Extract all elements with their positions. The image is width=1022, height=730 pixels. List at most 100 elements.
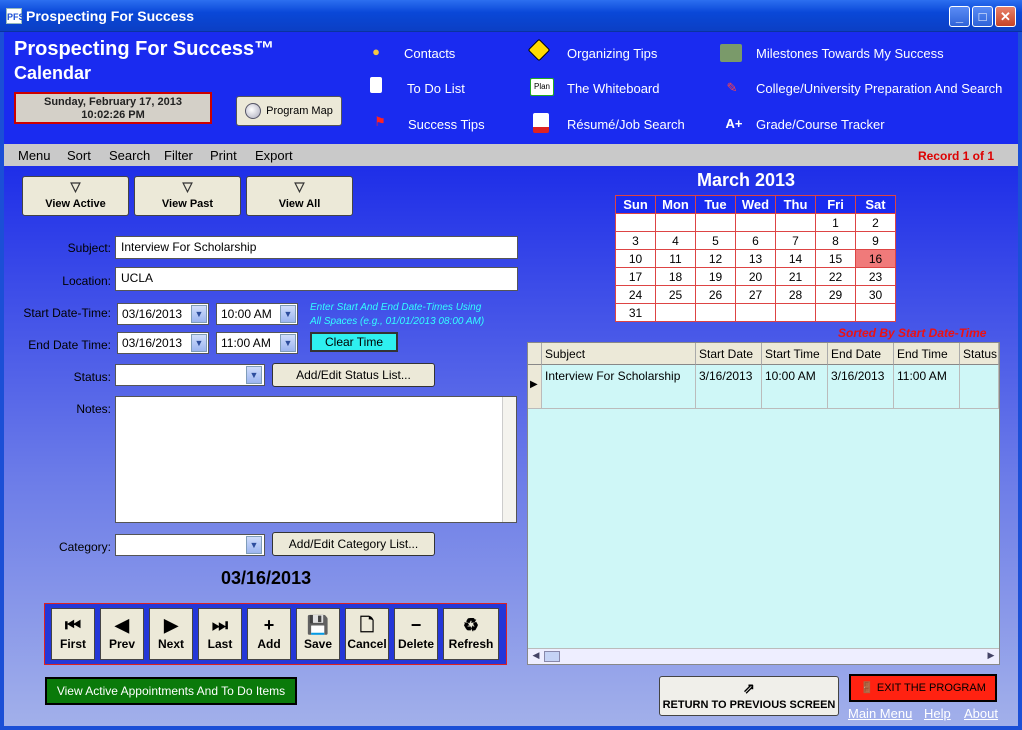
- cancel-button[interactable]: 🗋 Cancel: [345, 608, 389, 660]
- calendar-day[interactable]: 7: [775, 231, 816, 250]
- chevron-down-icon[interactable]: ▼: [280, 305, 296, 323]
- calendar-day[interactable]: 30: [855, 285, 896, 304]
- calendar-day[interactable]: 6: [735, 231, 776, 250]
- calendar-day[interactable]: 24: [615, 285, 656, 304]
- column-header-status[interactable]: Status: [960, 343, 999, 365]
- next-button[interactable]: ▶ Next: [149, 608, 193, 660]
- chevron-down-icon[interactable]: ▼: [280, 334, 296, 352]
- milestones-link[interactable]: Milestones Towards My Success: [756, 46, 944, 61]
- calendar-day[interactable]: 20: [735, 267, 776, 286]
- grade-tracker-link[interactable]: Grade/Course Tracker: [756, 117, 885, 132]
- calendar-day[interactable]: 23: [855, 267, 896, 286]
- first-button[interactable]: ⏮ First: [51, 608, 95, 660]
- grid-horizontal-scrollbar[interactable]: ◀ ▶: [528, 648, 999, 664]
- menu-menu[interactable]: Menu: [18, 148, 51, 163]
- add-category-button[interactable]: Add/Edit Category List...: [272, 532, 435, 556]
- maximize-button[interactable]: □: [972, 6, 993, 27]
- chevron-down-icon[interactable]: ▼: [191, 305, 207, 323]
- calendar-day[interactable]: 25: [655, 285, 696, 304]
- close-button[interactable]: ✕: [995, 6, 1016, 27]
- organizing-tips-link[interactable]: Organizing Tips: [567, 46, 657, 61]
- notes-textarea[interactable]: [115, 396, 517, 523]
- calendar-day[interactable]: 21: [775, 267, 816, 286]
- calendar-day[interactable]: 17: [615, 267, 656, 286]
- calendar-day[interactable]: 11: [655, 249, 696, 268]
- last-button[interactable]: ⏭ Last: [198, 608, 242, 660]
- menu-filter[interactable]: Filter: [164, 148, 193, 163]
- calendar-day[interactable]: 10: [615, 249, 656, 268]
- todo-list-link[interactable]: To Do List: [407, 81, 465, 96]
- program-map-button[interactable]: Program Map: [236, 96, 342, 126]
- calendar-day[interactable]: 31: [615, 303, 656, 322]
- main-menu-link[interactable]: Main Menu: [848, 706, 912, 721]
- view-active-button[interactable]: ▽ View Active: [22, 176, 129, 216]
- column-header-start-time[interactable]: Start Time: [762, 343, 828, 365]
- calendar-day[interactable]: 12: [695, 249, 736, 268]
- return-to-previous-button[interactable]: ⇗ RETURN TO PREVIOUS SCREEN: [659, 676, 839, 716]
- calendar-day[interactable]: 5: [695, 231, 736, 250]
- cell-subject[interactable]: Interview For Scholarship: [542, 365, 696, 409]
- column-header-subject[interactable]: Subject: [542, 343, 696, 365]
- whiteboard-link[interactable]: The Whiteboard: [567, 81, 660, 96]
- calendar-day[interactable]: 26: [695, 285, 736, 304]
- college-link[interactable]: College/University Preparation And Searc…: [756, 81, 1002, 96]
- column-header-start-date[interactable]: Start Date: [696, 343, 762, 365]
- menu-export[interactable]: Export: [255, 148, 293, 163]
- column-header-end-time[interactable]: End Time: [894, 343, 960, 365]
- cell-start-time[interactable]: 10:00 AM: [762, 365, 828, 409]
- cell-end-date[interactable]: 3/16/2013: [828, 365, 894, 409]
- calendar-day[interactable]: 8: [815, 231, 856, 250]
- refresh-button[interactable]: ♻ Refresh: [443, 608, 499, 660]
- exit-program-button[interactable]: 🚪 EXIT THE PROGRAM: [849, 674, 997, 702]
- contacts-link[interactable]: Contacts: [404, 46, 455, 61]
- calendar-day[interactable]: 22: [815, 267, 856, 286]
- chevron-down-icon[interactable]: ▼: [191, 334, 207, 352]
- cell-start-date[interactable]: 3/16/2013: [696, 365, 762, 409]
- success-tips-link[interactable]: Success Tips: [408, 117, 485, 132]
- location-input[interactable]: UCLA: [115, 267, 518, 291]
- add-button[interactable]: + Add: [247, 608, 291, 660]
- calendar-day[interactable]: 16: [855, 249, 896, 268]
- delete-button[interactable]: − Delete: [394, 608, 438, 660]
- chevron-down-icon[interactable]: ▼: [246, 536, 262, 554]
- calendar-day[interactable]: 14: [775, 249, 816, 268]
- calendar-day[interactable]: 9: [855, 231, 896, 250]
- calendar-day[interactable]: 27: [735, 285, 776, 304]
- calendar-day[interactable]: 28: [775, 285, 816, 304]
- calendar-day[interactable]: 19: [695, 267, 736, 286]
- chevron-down-icon[interactable]: ▼: [246, 366, 262, 384]
- calendar-day[interactable]: 18: [655, 267, 696, 286]
- subject-input[interactable]: Interview For Scholarship: [115, 236, 518, 259]
- row-selector-icon[interactable]: ▶: [528, 365, 542, 409]
- column-header-end-date[interactable]: End Date: [828, 343, 894, 365]
- view-all-button[interactable]: ▽ View All: [246, 176, 353, 216]
- cell-end-time[interactable]: 11:00 AM: [894, 365, 960, 409]
- status-select[interactable]: [115, 364, 265, 386]
- calendar-day[interactable]: 2: [855, 213, 896, 232]
- view-past-button[interactable]: ▽ View Past: [134, 176, 241, 216]
- view-active-appointments-button[interactable]: View Active Appointments And To Do Items: [45, 677, 297, 705]
- save-button[interactable]: 💾 Save: [296, 608, 340, 660]
- help-link[interactable]: Help: [924, 706, 951, 721]
- scroll-right-icon[interactable]: ▶: [985, 650, 997, 662]
- scroll-thumb[interactable]: [544, 651, 560, 662]
- calendar-day[interactable]: 13: [735, 249, 776, 268]
- prev-button[interactable]: ◀ Prev: [100, 608, 144, 660]
- calendar-day[interactable]: 4: [655, 231, 696, 250]
- menu-sort[interactable]: Sort: [67, 148, 91, 163]
- minimize-button[interactable]: _: [949, 6, 970, 27]
- cell-status[interactable]: [960, 365, 999, 409]
- menu-search[interactable]: Search: [109, 148, 150, 163]
- menu-print[interactable]: Print: [210, 148, 237, 163]
- calendar-day[interactable]: 15: [815, 249, 856, 268]
- scroll-left-icon[interactable]: ◀: [530, 650, 542, 662]
- resume-link[interactable]: Résumé/Job Search: [567, 117, 685, 132]
- notes-scrollbar[interactable]: [502, 397, 516, 522]
- add-status-button[interactable]: Add/Edit Status List...: [272, 363, 435, 387]
- calendar-day[interactable]: 29: [815, 285, 856, 304]
- about-link[interactable]: About: [964, 706, 998, 721]
- calendar-day[interactable]: 3: [615, 231, 656, 250]
- calendar-day[interactable]: 1: [815, 213, 856, 232]
- clear-time-button[interactable]: Clear Time: [310, 332, 398, 352]
- category-select[interactable]: [115, 534, 265, 556]
